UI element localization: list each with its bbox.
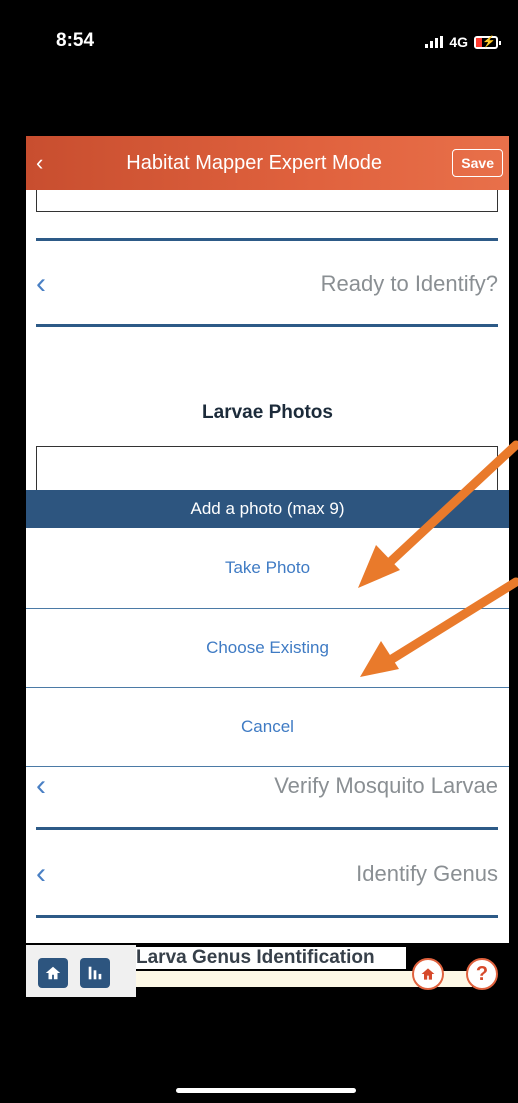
choose-existing-button[interactable]: Choose Existing: [26, 609, 509, 687]
chevron-left-icon: ‹: [36, 857, 46, 890]
nav-row-label: Identify Genus: [356, 861, 498, 886]
signal-icon: [425, 36, 444, 48]
larvae-photos-title: Larvae Photos: [202, 402, 333, 423]
divider: [36, 238, 498, 241]
nav-row-ready-to-identify[interactable]: ‹ Ready to Identify?: [36, 264, 498, 304]
home-button[interactable]: [38, 958, 68, 988]
home-icon: [421, 968, 435, 980]
battery-icon: ⚡: [474, 35, 501, 49]
header-title: Habitat Mapper Expert Mode: [126, 151, 382, 174]
chevron-left-icon: ‹: [36, 267, 46, 300]
app-header: ‹ Habitat Mapper Expert Mode Save: [26, 136, 509, 190]
status-time: 8:54: [56, 30, 95, 51]
chevron-left-icon: ‹: [36, 769, 46, 802]
nav-row-label: Verify Mosquito Larvae: [274, 773, 498, 798]
nav-row-label: Ready to Identify?: [320, 271, 498, 296]
nav-row-verify-mosquito-larvae[interactable]: ‹ Verify Mosquito Larvae: [36, 766, 498, 806]
photo-field[interactable]: [36, 446, 498, 496]
genus-identification-title: Larva Genus Identification: [136, 947, 406, 969]
form-content: ‹ Ready to Identify? Larvae Photos Add a…: [26, 190, 509, 943]
divider: [36, 915, 498, 918]
divider: [36, 324, 498, 327]
top-field[interactable]: [36, 190, 498, 212]
divider: [36, 827, 498, 830]
status-indicators: 4G ⚡: [425, 34, 501, 50]
stats-button[interactable]: [80, 958, 110, 988]
action-sheet-title: Add a photo (max 9): [26, 490, 509, 528]
bar-chart-icon: [88, 966, 102, 980]
home-icon: [45, 966, 61, 980]
network-type: 4G: [449, 34, 468, 50]
save-button[interactable]: Save: [452, 149, 503, 177]
home-indicator: [176, 1088, 356, 1093]
nav-row-identify-genus[interactable]: ‹ Identify Genus: [36, 854, 498, 894]
home-circle-button[interactable]: [412, 958, 444, 990]
bottom-safe-area: [26, 987, 509, 1103]
help-button[interactable]: ?: [466, 958, 498, 990]
take-photo-button[interactable]: Take Photo: [26, 528, 509, 608]
cancel-button[interactable]: Cancel: [26, 688, 509, 766]
help-icon: ?: [475, 962, 489, 985]
